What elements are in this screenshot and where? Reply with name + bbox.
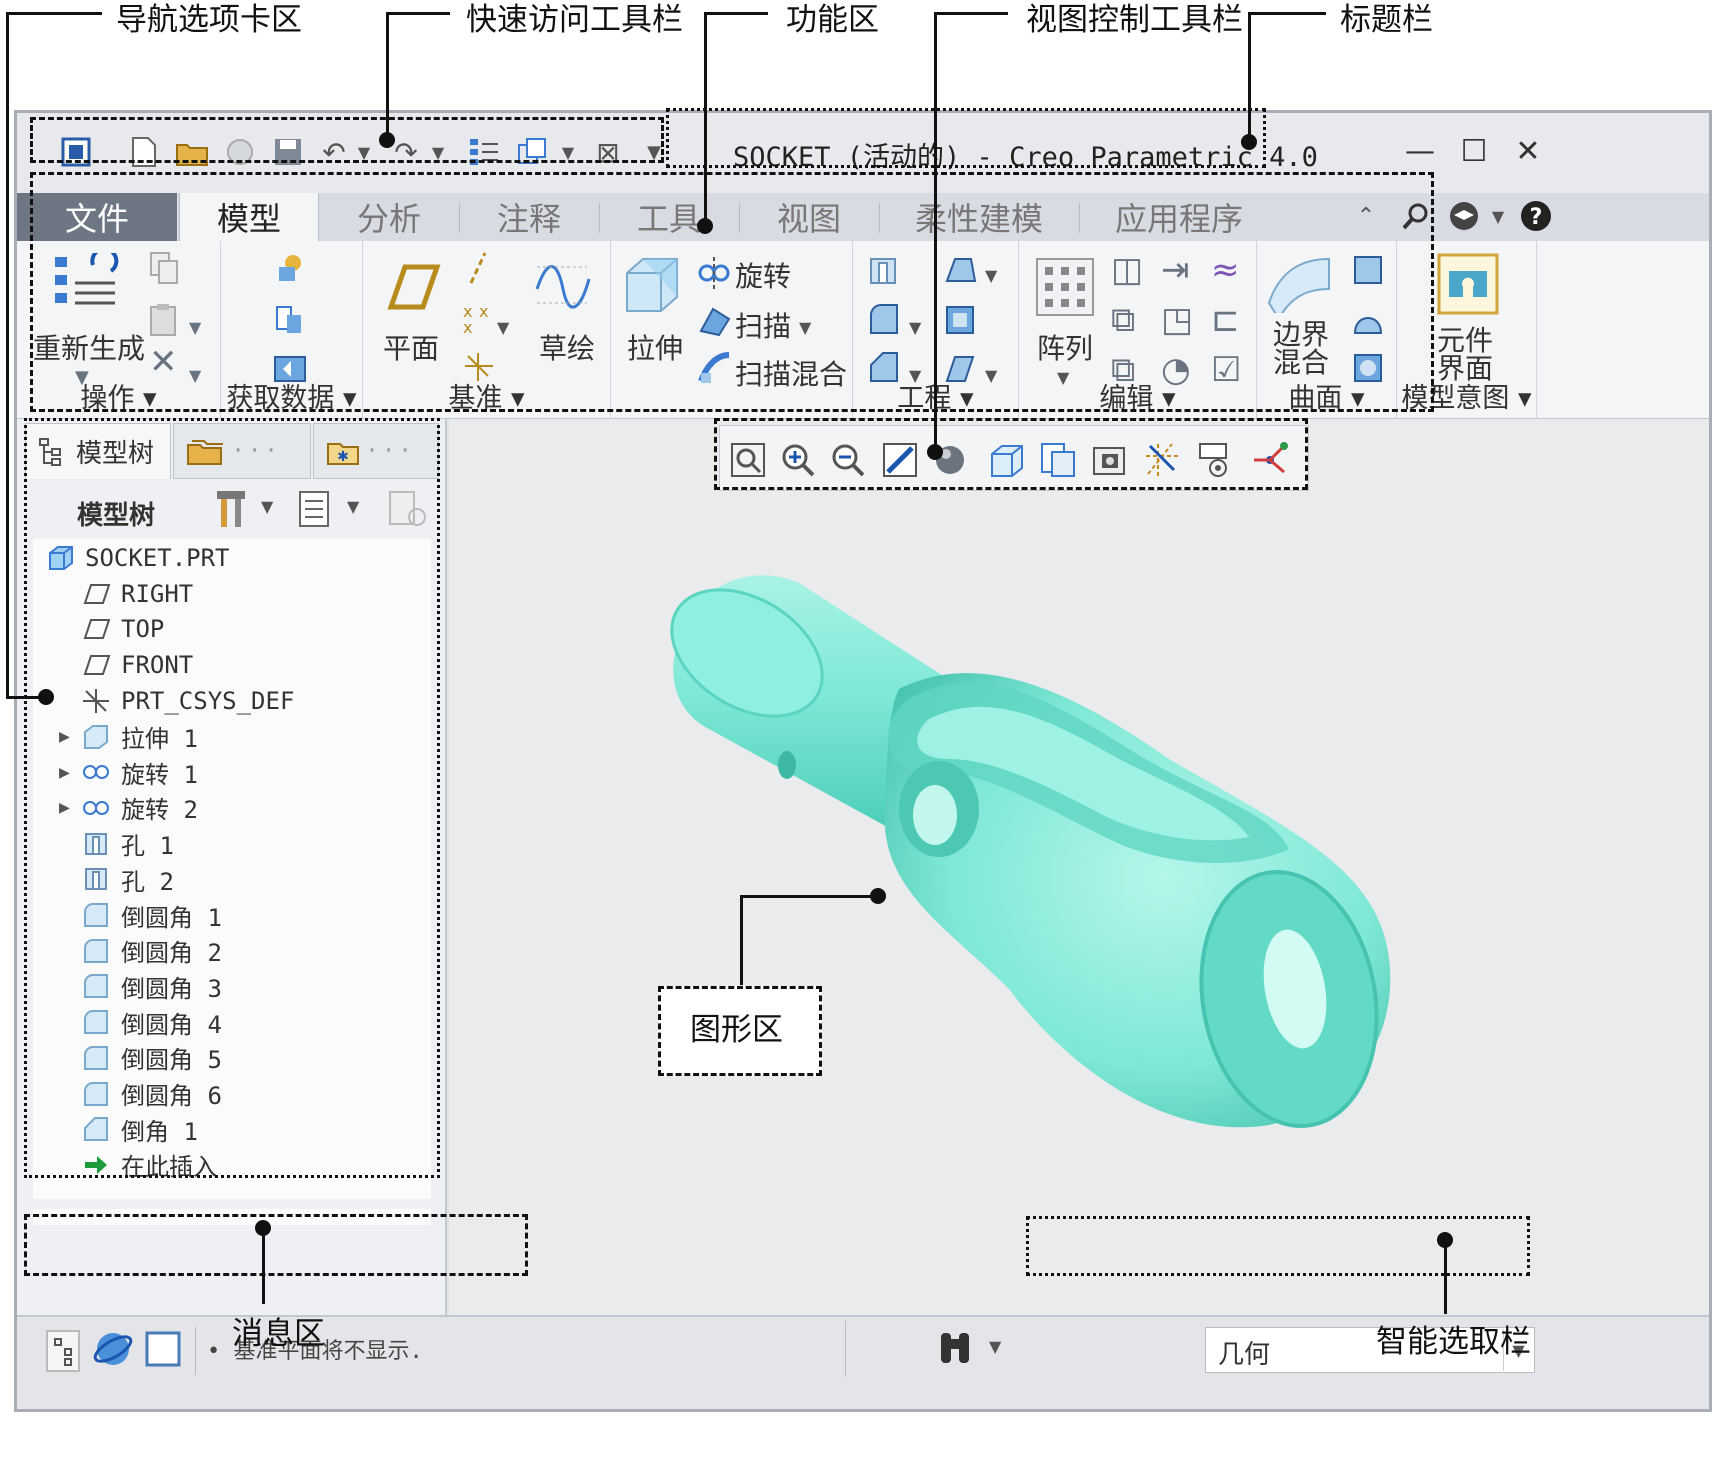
nav-region	[24, 418, 440, 1178]
quick-access-region	[30, 117, 664, 163]
filter-value: 几何	[1218, 1340, 1271, 1370]
help-icon[interactable]: ?	[1517, 197, 1555, 235]
show-navigator-icon[interactable]	[45, 1329, 81, 1373]
callout-nav-tabs: 导航选项卡区	[116, 2, 302, 38]
component-interface-icon[interactable]	[1437, 253, 1499, 315]
svg-text:?: ?	[1530, 205, 1543, 230]
close-button[interactable]: ✕	[1503, 127, 1553, 175]
callout-smart-select: 智能选取栏	[1376, 1324, 1531, 1360]
callout-ribbon: 功能区	[786, 2, 879, 38]
callout-message: 消息区	[232, 1316, 325, 1352]
browser-icon[interactable]	[91, 1327, 135, 1371]
full-screen-icon[interactable]	[143, 1329, 183, 1369]
title-bar-region	[666, 108, 1266, 168]
find-icon[interactable]	[935, 1329, 979, 1369]
message-region	[24, 1214, 528, 1276]
view-toolbar-region	[714, 418, 1308, 490]
ribbon-region	[30, 172, 1434, 412]
callout-quick-access: 快速访问工具栏	[466, 2, 683, 38]
minimize-button[interactable]: —	[1395, 127, 1445, 175]
find-dropdown-icon[interactable]: ▼	[989, 1337, 1001, 1356]
maximize-button[interactable]: ☐	[1449, 127, 1499, 175]
callout-title-bar: 标题栏	[1340, 2, 1433, 38]
graphics-area[interactable]	[449, 419, 1709, 1315]
callout-view-toolbar: 视图控制工具栏	[1026, 2, 1243, 38]
smart-select-region	[1026, 1216, 1530, 1276]
component-interface-label[interactable]: 元件 界面	[1437, 327, 1493, 383]
learning-icon[interactable]	[1445, 197, 1483, 235]
callout-graphics: 图形区	[690, 1012, 783, 1048]
learning-dropdown-icon[interactable]: ▼	[1479, 197, 1517, 235]
